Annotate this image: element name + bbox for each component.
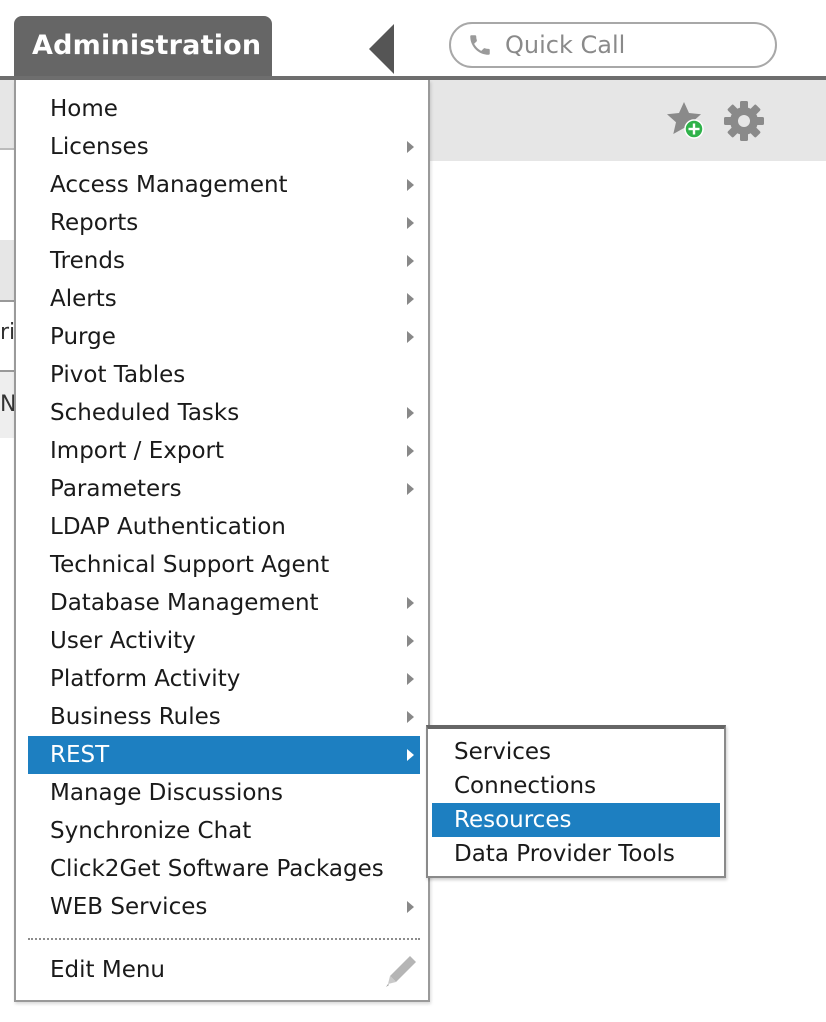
background-panel bbox=[0, 240, 14, 300]
submenu-item-services[interactable]: Services bbox=[432, 735, 720, 769]
menu-item-web-services[interactable]: WEB Services bbox=[28, 888, 420, 926]
chevron-right-icon bbox=[407, 407, 414, 419]
chevron-right-icon bbox=[407, 217, 414, 229]
menu-separator bbox=[28, 938, 420, 940]
chevron-right-icon bbox=[407, 635, 414, 647]
menu-item-label: Synchronize Chat bbox=[50, 818, 252, 844]
chevron-right-icon bbox=[407, 179, 414, 191]
menu-item-reports[interactable]: Reports bbox=[28, 204, 420, 242]
menu-item-label: Licenses bbox=[50, 134, 149, 160]
quick-call-field[interactable] bbox=[449, 22, 777, 68]
menu-item-pivot-tables[interactable]: Pivot Tables bbox=[28, 356, 420, 394]
submenu-item-connections[interactable]: Connections bbox=[432, 769, 720, 803]
background-text: Nu bbox=[0, 392, 14, 417]
submenu-item-data-provider-tools[interactable]: Data Provider Tools bbox=[432, 837, 720, 871]
menu-item-database-management[interactable]: Database Management bbox=[28, 584, 420, 622]
menu-item-label: Import / Export bbox=[50, 438, 224, 464]
menu-item-alerts[interactable]: Alerts bbox=[28, 280, 420, 318]
administration-menu: Home Licenses Access Management Reports Tren… bbox=[14, 80, 430, 1002]
chevron-right-icon bbox=[407, 293, 414, 305]
menu-item-business-rules[interactable]: Business Rules bbox=[28, 698, 420, 736]
star-plus-icon[interactable] bbox=[665, 100, 707, 142]
menu-item-ldap-authentication[interactable]: LDAP Authentication bbox=[28, 508, 420, 546]
menu-item-label: WEB Services bbox=[50, 894, 208, 920]
menu-item-label: Parameters bbox=[50, 476, 182, 502]
chevron-right-icon bbox=[407, 749, 414, 761]
menu-item-label: Scheduled Tasks bbox=[50, 400, 240, 426]
menu-item-user-activity[interactable]: User Activity bbox=[28, 622, 420, 660]
chevron-right-icon bbox=[407, 901, 414, 913]
edit-menu-button[interactable]: Edit Menu bbox=[28, 950, 420, 990]
menu-item-synchronize-chat[interactable]: Synchronize Chat bbox=[28, 812, 420, 850]
menu-item-label: Access Management bbox=[50, 172, 288, 198]
edit-menu-label: Edit Menu bbox=[50, 957, 165, 983]
chevron-right-icon bbox=[407, 331, 414, 343]
menu-item-purge[interactable]: Purge bbox=[28, 318, 420, 356]
menu-item-label: Click2Get Software Packages bbox=[50, 856, 384, 882]
menu-item-label: Technical Support Agent bbox=[50, 552, 330, 578]
menu-item-label: Reports bbox=[50, 210, 139, 236]
menu-item-import-export[interactable]: Import / Export bbox=[28, 432, 420, 470]
menu-item-parameters[interactable]: Parameters bbox=[28, 470, 420, 508]
menu-item-label: Trends bbox=[50, 248, 125, 274]
menu-item-label: Alerts bbox=[50, 286, 117, 312]
pencil-icon[interactable] bbox=[380, 952, 420, 992]
divider bbox=[0, 300, 14, 302]
menu-item-label: REST bbox=[50, 742, 110, 768]
page-toolbar bbox=[430, 80, 826, 161]
chevron-right-icon bbox=[407, 141, 414, 153]
quick-call-input[interactable] bbox=[503, 30, 747, 60]
chevron-right-icon bbox=[407, 711, 414, 723]
menu-item-home[interactable]: Home bbox=[28, 90, 420, 128]
admin-title-tab[interactable]: Administration bbox=[14, 16, 272, 78]
menu-item-label: Platform Activity bbox=[50, 666, 241, 692]
background-panel bbox=[0, 80, 14, 150]
submenu-item-resources[interactable]: Resources bbox=[432, 803, 720, 837]
menu-item-rest[interactable]: REST bbox=[28, 736, 420, 774]
menu-item-click2get-software-packages[interactable]: Click2Get Software Packages bbox=[28, 850, 420, 888]
menu-item-platform-activity[interactable]: Platform Activity bbox=[28, 660, 420, 698]
rest-submenu-list: Services Connections Resources Data Provide… bbox=[428, 729, 724, 871]
menu-item-licenses[interactable]: Licenses bbox=[28, 128, 420, 166]
menu-list: Home Licenses Access Management Reports Tren… bbox=[28, 90, 420, 926]
rest-submenu: Services Connections Resources Data Provide… bbox=[426, 725, 726, 878]
background-text: ri bbox=[0, 320, 14, 345]
menu-item-technical-support-agent[interactable]: Technical Support Agent bbox=[28, 546, 420, 584]
menu-item-label: Purge bbox=[50, 324, 116, 350]
menu-item-label: Business Rules bbox=[50, 704, 221, 730]
chevron-right-icon bbox=[407, 673, 414, 685]
caret-left-icon[interactable] bbox=[369, 24, 394, 74]
chevron-right-icon bbox=[407, 445, 414, 457]
menu-item-label: Manage Discussions bbox=[50, 780, 283, 806]
menu-item-label: Pivot Tables bbox=[50, 362, 186, 388]
menu-item-label: User Activity bbox=[50, 628, 196, 654]
menu-item-trends[interactable]: Trends bbox=[28, 242, 420, 280]
menu-item-access-management[interactable]: Access Management bbox=[28, 166, 420, 204]
menu-item-scheduled-tasks[interactable]: Scheduled Tasks bbox=[28, 394, 420, 432]
chevron-right-icon bbox=[407, 597, 414, 609]
phone-icon bbox=[470, 35, 490, 55]
gear-icon[interactable] bbox=[722, 99, 766, 143]
chevron-right-icon bbox=[407, 255, 414, 267]
page-title: Administration bbox=[32, 30, 262, 61]
menu-item-label: Database Management bbox=[50, 590, 319, 616]
menu-item-manage-discussions[interactable]: Manage Discussions bbox=[28, 774, 420, 812]
chevron-right-icon bbox=[407, 483, 414, 495]
menu-item-label: LDAP Authentication bbox=[50, 514, 286, 540]
menu-item-label: Home bbox=[50, 96, 118, 122]
